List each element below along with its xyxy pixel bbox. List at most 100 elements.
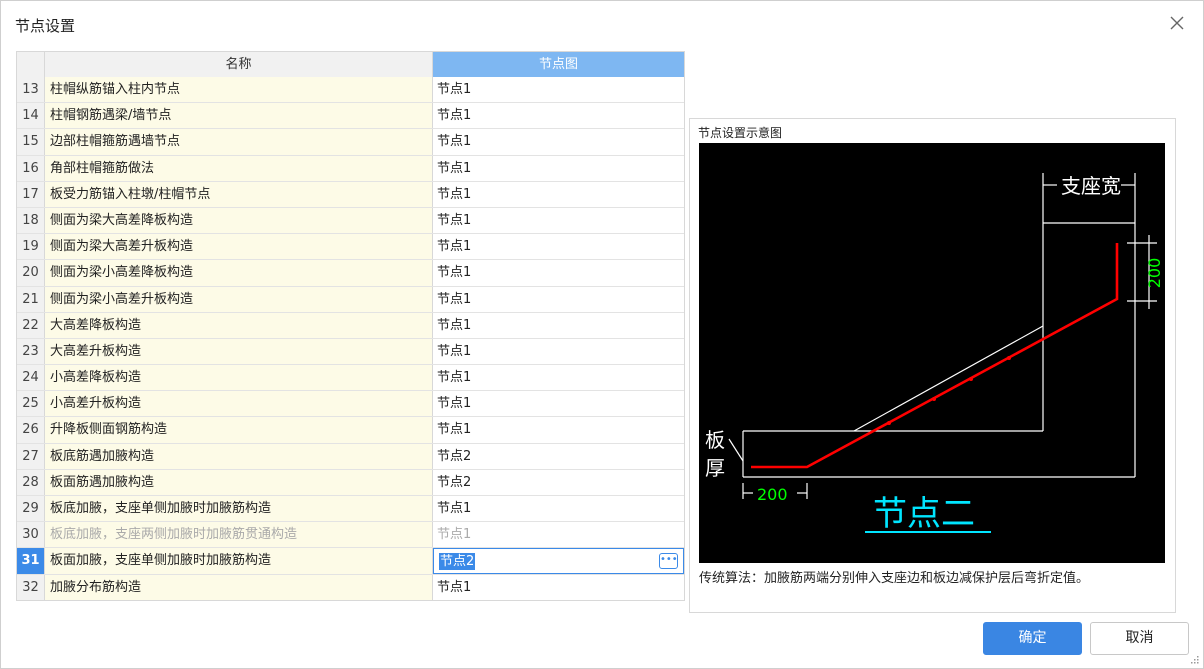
row-number: 30 — [17, 522, 45, 548]
node-diagram-svg: 支座宽 200 200 板 厚 节点二 — [705, 173, 1164, 534]
row-name-cell: 升降板侧面钢筋构造 — [45, 417, 433, 443]
row-name-cell: 大高差升板构造 — [45, 338, 433, 365]
row-name-cell: 板面筋遇加腋构造 — [45, 469, 433, 495]
row-node-cell[interactable]: 节点1 — [433, 181, 684, 207]
row-node-cell[interactable]: 节点1 — [433, 77, 684, 103]
row-node-cell[interactable]: 节点1 — [433, 103, 684, 129]
row-node-cell[interactable]: 节点1 — [433, 574, 684, 600]
row-node-cell[interactable]: 节点1 — [433, 338, 684, 365]
row-name-cell: 大高差降板构造 — [45, 312, 433, 338]
row-number: 19 — [17, 234, 45, 260]
table-row[interactable]: 16 角部柱帽箍筋做法 节点1 — [17, 155, 684, 182]
row-name-cell: 边部柱帽箍筋遇墙节点 — [45, 129, 433, 155]
row-number-header — [17, 52, 45, 77]
table-row[interactable]: 26 升降板侧面钢筋构造 节点1 — [17, 417, 684, 444]
row-node-cell[interactable]: 节点1 — [433, 129, 684, 155]
row-number: 18 — [17, 207, 45, 234]
table-row[interactable]: 17 板受力筋锚入柱墩/柱帽节点 节点1 — [17, 181, 684, 208]
resize-grip-icon[interactable] — [1189, 654, 1199, 664]
node-table: 名称 节点图 13 柱帽纵筋锚入柱内节点 节点1 14 柱帽钢筋遇梁/墙节点 节点1 15 边… — [16, 51, 685, 601]
support-width-label: 支座宽 — [1061, 174, 1121, 198]
row-name-cell: 小高差降板构造 — [45, 365, 433, 391]
bottom-dimension-label: 200 — [757, 485, 788, 504]
row-node-cell[interactable]: 节点1 — [433, 496, 684, 522]
row-name-cell: 柱帽纵筋锚入柱内节点 — [45, 77, 433, 103]
table-row[interactable]: 19 侧面为梁大高差升板构造 节点1 — [17, 234, 684, 261]
ellipsis-button[interactable]: ••• — [659, 553, 678, 570]
row-name-cell: 侧面为梁大高差降板构造 — [45, 207, 433, 234]
table-row[interactable]: 25 小高差升板构造 节点1 — [17, 391, 684, 418]
row-number: 29 — [17, 496, 45, 522]
row-name-cell: 角部柱帽箍筋做法 — [45, 155, 433, 181]
row-number: 31 — [17, 548, 45, 574]
row-number: 26 — [17, 417, 45, 443]
table-row[interactable]: 28 板面筋遇加腋构造 节点2 — [17, 469, 684, 496]
row-name-cell: 板面加腋，支座单侧加腋时加腋筋构造 — [45, 548, 433, 574]
node-value-input[interactable]: 节点2 — [439, 553, 476, 571]
preview-panel: 节点设置示意图 支座宽 200 200 板 厚 节点二 传统算法：加腋筋两端分别… — [689, 118, 1176, 613]
table-row[interactable]: 21 侧面为梁小高差升板构造 节点1 — [17, 286, 684, 313]
table-row[interactable]: 30 板底加腋，支座两侧加腋时加腋筋贯通构造 节点1 — [17, 522, 684, 549]
row-name-cell: 柱帽钢筋遇梁/墙节点 — [45, 103, 433, 129]
row-node-cell[interactable]: 节点2 — [433, 469, 684, 495]
table-row[interactable]: 27 板底筋遇加腋构造 节点2 — [17, 443, 684, 470]
row-number: 27 — [17, 443, 45, 469]
ok-button[interactable]: 确定 — [983, 622, 1082, 655]
haunch-line — [853, 325, 1044, 432]
row-name-cell: 板受力筋锚入柱墩/柱帽节点 — [45, 181, 433, 207]
row-node-cell[interactable]: 节点1 — [433, 155, 684, 181]
row-node-cell[interactable]: 节点1 — [433, 260, 684, 286]
row-number: 21 — [17, 286, 45, 312]
table-row[interactable]: 23 大高差升板构造 节点1 — [17, 338, 684, 366]
table-row[interactable]: 31 板面加腋，支座单侧加腋时加腋筋构造 节点2 ••• — [17, 548, 684, 575]
row-number: 17 — [17, 181, 45, 207]
table-row[interactable]: 15 边部柱帽箍筋遇墙节点 节点1 — [17, 129, 684, 156]
table-row[interactable]: 29 板底加腋，支座单侧加腋时加腋筋构造 节点1 — [17, 496, 684, 523]
table-row[interactable]: 14 柱帽钢筋遇梁/墙节点 节点1 — [17, 103, 684, 130]
haunch-rebar — [751, 243, 1119, 469]
node-settings-dialog: 节点设置 名称 节点图 13 柱帽纵筋锚入柱内节点 节点1 14 柱帽钢筋遇梁/墙节点节… — [0, 0, 1204, 669]
row-name-cell: 侧面为梁小高差降板构造 — [45, 260, 433, 286]
node-title-label: 节点二 — [873, 494, 975, 534]
node-column-header[interactable]: 节点图 — [433, 52, 684, 77]
row-number: 23 — [17, 338, 45, 365]
row-name-cell: 侧面为梁小高差升板构造 — [45, 286, 433, 312]
table-row[interactable]: 20 侧面为梁小高差降板构造 节点1 — [17, 260, 684, 287]
top-dimension-label: 200 — [1145, 258, 1164, 289]
dialog-title: 节点设置 — [15, 17, 76, 35]
node-diagram: 支座宽 200 200 板 厚 节点二 — [699, 143, 1165, 563]
row-node-cell[interactable]: 节点1 — [433, 391, 684, 417]
row-name-cell: 板底加腋，支座两侧加腋时加腋筋贯通构造 — [45, 522, 433, 548]
row-number: 25 — [17, 391, 45, 417]
row-node-cell[interactable]: 节点1 — [433, 234, 684, 260]
row-number: 13 — [17, 77, 45, 103]
cancel-button[interactable]: 取消 — [1090, 622, 1189, 655]
row-number: 20 — [17, 260, 45, 286]
row-number: 32 — [17, 574, 45, 600]
row-node-cell[interactable]: 节点1 — [433, 312, 684, 338]
name-column-header[interactable]: 名称 — [45, 52, 433, 77]
row-node-cell[interactable]: 节点1 — [433, 365, 684, 391]
table-row[interactable]: 24 小高差降板构造 节点1 — [17, 365, 684, 392]
close-icon[interactable] — [1165, 11, 1189, 35]
row-name-cell: 板底筋遇加腋构造 — [45, 443, 433, 469]
table-header: 名称 节点图 — [17, 52, 684, 77]
row-node-cell[interactable]: 节点1 — [433, 522, 684, 548]
row-node-cell[interactable]: 节点2 ••• — [433, 548, 684, 574]
table-row[interactable]: 13 柱帽纵筋锚入柱内节点 节点1 — [17, 77, 684, 104]
preview-title: 节点设置示意图 — [698, 126, 783, 140]
slab-thickness-label-1: 板 — [705, 428, 725, 452]
table-row[interactable]: 22 大高差降板构造 节点1 — [17, 312, 684, 339]
row-node-cell[interactable]: 节点2 — [433, 443, 684, 469]
row-number: 22 — [17, 312, 45, 338]
row-node-cell[interactable]: 节点1 — [433, 417, 684, 443]
row-name-cell: 加腋分布筋构造 — [45, 574, 433, 600]
row-name-cell: 侧面为梁大高差升板构造 — [45, 234, 433, 260]
table-row[interactable]: 32 加腋分布筋构造 节点1 — [17, 574, 684, 600]
row-number: 16 — [17, 155, 45, 181]
row-node-cell[interactable]: 节点1 — [433, 207, 684, 234]
table-row[interactable]: 18 侧面为梁大高差降板构造 节点1 — [17, 207, 684, 235]
table-body: 13 柱帽纵筋锚入柱内节点 节点1 14 柱帽钢筋遇梁/墙节点 节点1 15 边部柱帽箍筋遇墙… — [17, 77, 684, 600]
row-name-cell: 板底加腋，支座单侧加腋时加腋筋构造 — [45, 496, 433, 522]
row-node-cell[interactable]: 节点1 — [433, 286, 684, 312]
